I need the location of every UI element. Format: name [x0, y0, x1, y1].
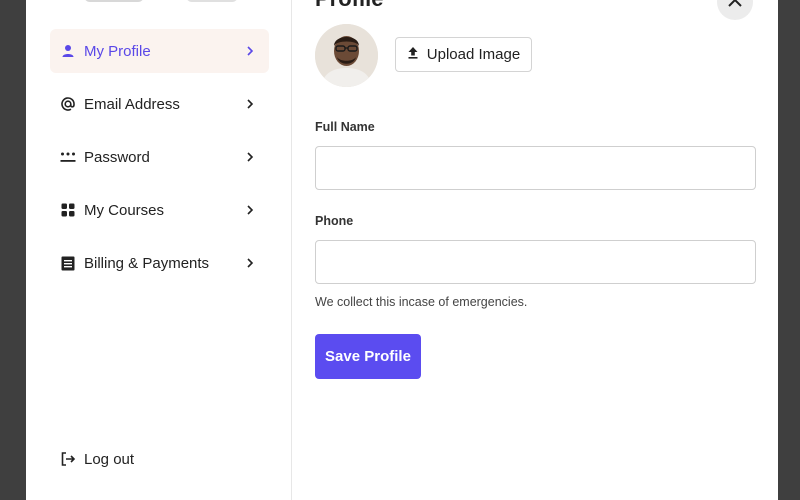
save-profile-button[interactable]: Save Profile: [315, 334, 421, 379]
sidebar-item-label: Password: [84, 148, 150, 166]
upload-image-label: Upload Image: [426, 46, 521, 63]
password-dots-icon: [60, 149, 76, 165]
settings-sidebar: My Profile Email Address Password My Cou…: [26, 0, 292, 500]
chevron-right-icon: [243, 256, 257, 270]
upload-image-button[interactable]: Upload Image: [395, 37, 532, 72]
phone-label: Phone: [315, 214, 354, 228]
full-name-label: Full Name: [315, 120, 375, 134]
sidebar-item-label: My Courses: [84, 201, 165, 219]
grid-icon: [60, 202, 76, 218]
profile-panel: Profile Upload Image Ful: [293, 0, 778, 500]
full-name-input[interactable]: [315, 146, 756, 190]
chevron-right-icon: [243, 44, 257, 58]
avatar: [315, 24, 378, 87]
sidebar-item-my-courses[interactable]: My Courses: [50, 188, 269, 232]
sidebar-item-label: My Profile: [84, 42, 151, 60]
page-title: Profile: [315, 0, 383, 12]
sidebar-item-email-address[interactable]: Email Address: [50, 82, 269, 126]
close-icon: [727, 0, 743, 13]
sidebar-item-label: Billing & Payments: [84, 254, 210, 272]
sidebar-item-password[interactable]: Password: [50, 135, 269, 179]
user-icon: [60, 43, 76, 59]
profile-modal: My Profile Email Address Password My Cou…: [26, 0, 778, 500]
sidebar-top-decoration: [84, 0, 144, 2]
at-icon: [60, 96, 76, 112]
chevron-right-icon: [243, 97, 257, 111]
sidebar-item-billing-payments[interactable]: Billing & Payments: [50, 241, 269, 285]
sidebar-item-my-profile[interactable]: My Profile: [50, 29, 269, 73]
phone-hint-text: We collect this incase of emergencies.: [315, 295, 528, 309]
close-button[interactable]: [717, 0, 753, 20]
sidebar-item-label: Email Address: [84, 95, 180, 113]
logout-icon: [60, 451, 76, 467]
sidebar-top-decoration: [186, 0, 238, 2]
upload-icon: [407, 46, 419, 63]
receipt-icon: [60, 255, 76, 271]
logout-button[interactable]: Log out: [50, 437, 200, 481]
chevron-right-icon: [243, 203, 257, 217]
chevron-right-icon: [243, 150, 257, 164]
phone-input[interactable]: [315, 240, 756, 284]
logout-label: Log out: [84, 450, 135, 468]
